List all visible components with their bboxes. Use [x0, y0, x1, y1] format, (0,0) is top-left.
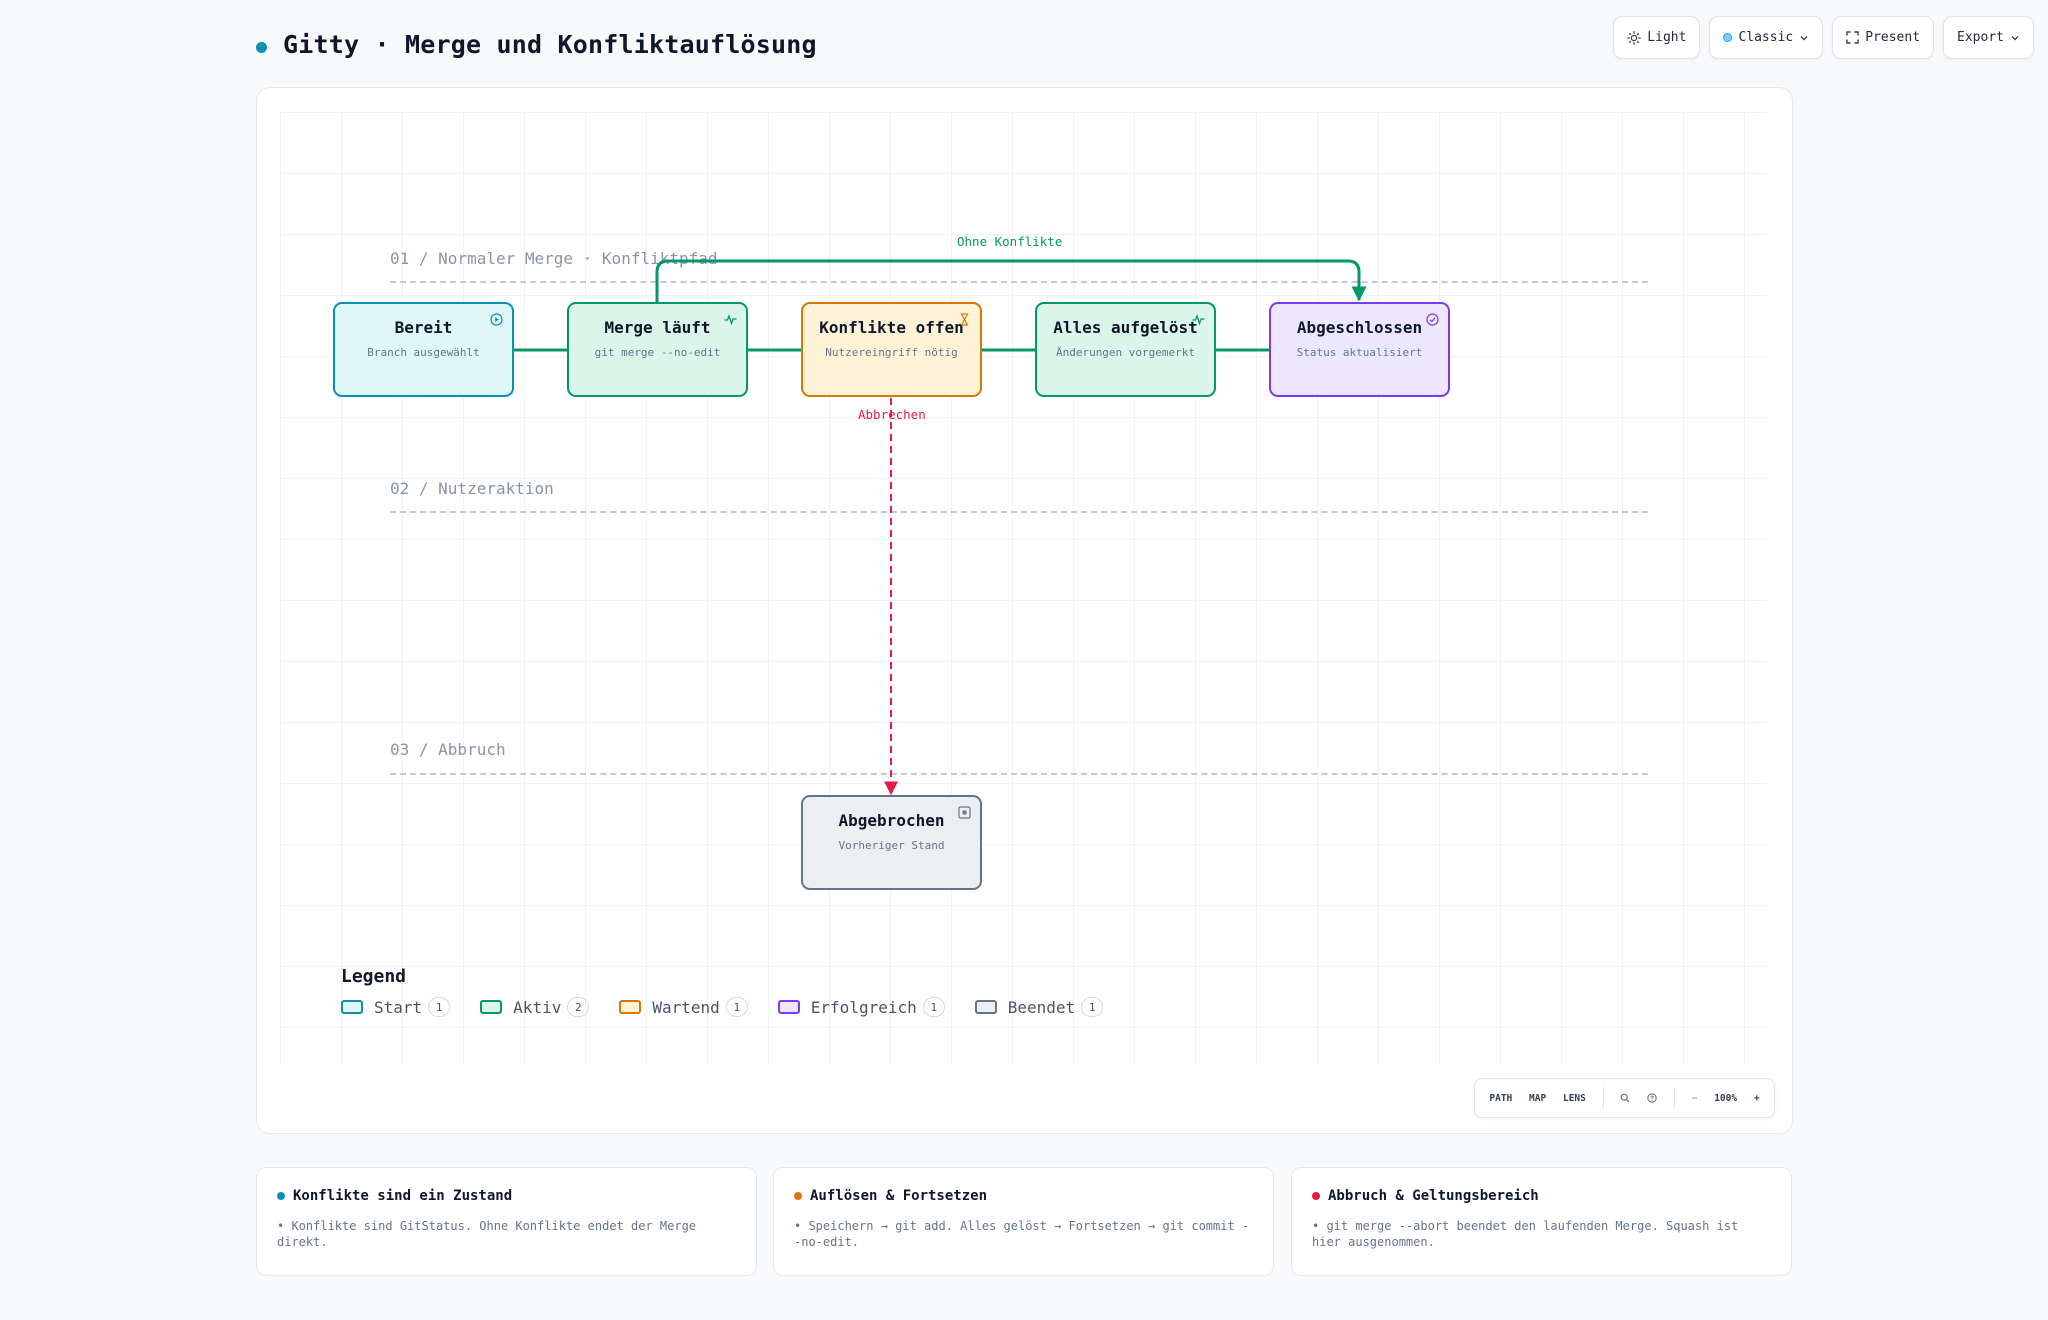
node-alles-aufgeloest[interactable]: Alles aufgelöst Änderungen vorgemerkt	[1035, 302, 1216, 397]
legend-swatch	[619, 1000, 642, 1014]
stop-square-icon	[958, 806, 971, 819]
activity-icon	[1192, 314, 1205, 326]
edge-label-abbrechen: Abbrechen	[858, 407, 926, 422]
legend-item-aktiv[interactable]: Aktiv 2	[480, 997, 590, 1017]
activity-icon	[724, 314, 737, 326]
map-view-button[interactable]: MAP	[1529, 1093, 1546, 1104]
legend-count-badge: 1	[428, 997, 451, 1017]
zoom-level: 100%	[1714, 1092, 1738, 1104]
legend-count-badge: 1	[725, 997, 748, 1017]
node-bereit[interactable]: Bereit Branch ausgewählt	[333, 302, 514, 397]
legend-item-start[interactable]: Start 1	[341, 997, 451, 1017]
info-card-text: • git merge --abort beendet den laufende…	[1312, 1219, 1739, 1249]
info-card-aufloesen: Auflösen & Fortsetzen • Speichern → git …	[773, 1167, 1274, 1276]
lens-view-button[interactable]: LENS	[1563, 1093, 1586, 1104]
canvas-controls: PATH MAP LENS − 100% +	[1474, 1078, 1775, 1118]
info-card-title: Abbruch & Geltungsbereich	[1328, 1188, 1539, 1204]
node-title: Alles aufgelöst	[1053, 318, 1198, 337]
node-abgebrochen[interactable]: Abgebrochen Vorheriger Stand	[801, 795, 982, 890]
legend-item-erfolgreich[interactable]: Erfolgreich 1	[777, 997, 945, 1017]
zoom-out-button[interactable]: −	[1692, 1093, 1698, 1104]
node-title: Abgebrochen	[838, 811, 945, 830]
legend-label: Beendet	[1007, 997, 1076, 1017]
node-merge-laeuft[interactable]: Merge läuft git merge --no-edit	[567, 302, 748, 397]
node-title: Bereit	[394, 318, 453, 337]
node-title: Abgeschlossen	[1296, 318, 1423, 337]
zoom-in-button[interactable]: +	[1754, 1093, 1760, 1104]
legend-label: Start	[374, 997, 423, 1017]
edge-ohne-konflikte	[655, 259, 1367, 302]
info-card-abbruch: Abbruch & Geltungsbereich • git merge --…	[1291, 1167, 1792, 1276]
node-subtitle: Nutzereingriff nötig	[825, 346, 958, 359]
info-card-text: • Speichern → git add. Alles gelöst → Fo…	[794, 1219, 1250, 1249]
info-card-dot	[794, 1192, 802, 1200]
node-subtitle: git merge --no-edit	[594, 346, 721, 359]
node-subtitle: Vorheriger Stand	[838, 839, 945, 852]
help-icon[interactable]	[1647, 1093, 1657, 1103]
legend-count-badge: 2	[567, 997, 590, 1017]
toolbar-divider	[1602, 1087, 1604, 1109]
node-subtitle: Änderungen vorgemerkt	[1055, 346, 1196, 359]
legend-item-beendet[interactable]: Beendet 1	[974, 997, 1104, 1017]
legend-label: Aktiv	[513, 997, 562, 1017]
path-view-button[interactable]: PATH	[1489, 1093, 1512, 1104]
hourglass-icon	[960, 313, 969, 326]
legend-label: Wartend	[652, 997, 720, 1017]
diagram-edges	[513, 259, 1367, 796]
node-konflikte-offen[interactable]: Konflikte offen Nutzereingriff nötig	[801, 302, 982, 397]
info-card-konflikte: Konflikte sind ein Zustand • Konflikte s…	[256, 1167, 757, 1276]
play-circle-icon	[490, 313, 503, 326]
node-title: Merge läuft	[604, 318, 711, 337]
legend-item-wartend[interactable]: Wartend 1	[619, 997, 748, 1017]
node-subtitle: Branch ausgewählt	[367, 346, 480, 359]
legend-swatch	[341, 1000, 363, 1014]
info-card-title: Konflikte sind ein Zustand	[293, 1188, 513, 1204]
legend: Start 1 Aktiv 2 Wartend 1 Erfolgreich 1 …	[341, 997, 1133, 1017]
info-card-dot	[277, 1192, 285, 1200]
check-circle-icon	[1426, 313, 1439, 326]
legend-swatch	[974, 1000, 997, 1014]
legend-swatch	[480, 1000, 503, 1014]
info-card-dot	[1312, 1192, 1320, 1200]
search-icon[interactable]	[1620, 1093, 1630, 1103]
legend-count-badge: 1	[1081, 997, 1104, 1017]
toolbar-divider	[1673, 1087, 1675, 1109]
info-card-title: Auflösen & Fortsetzen	[810, 1188, 988, 1204]
info-card-text: • Konflikte sind GitStatus. Ohne Konflik…	[277, 1219, 697, 1249]
node-abgeschlossen[interactable]: Abgeschlossen Status aktualisiert	[1269, 302, 1450, 397]
legend-count-badge: 1	[922, 997, 945, 1017]
node-subtitle: Status aktualisiert	[1296, 346, 1423, 359]
legend-title: Legend	[341, 966, 407, 987]
legend-label: Erfolgreich	[810, 997, 917, 1017]
edge-label-ohne-konflikte: Ohne Konflikte	[957, 234, 1063, 249]
node-title: Konflikte offen	[819, 318, 964, 337]
legend-swatch	[777, 1000, 800, 1014]
